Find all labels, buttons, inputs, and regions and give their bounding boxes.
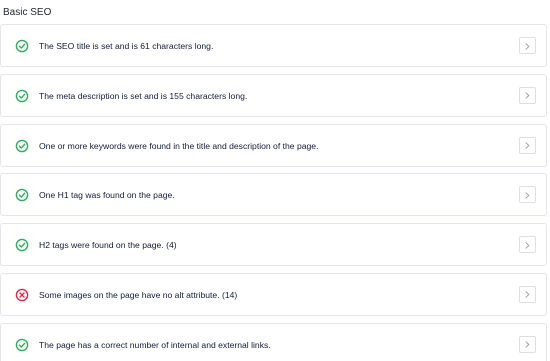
check-message: The SEO title is set and is 61 character… bbox=[39, 41, 214, 51]
check-circle-icon bbox=[15, 238, 29, 252]
expand-button[interactable] bbox=[519, 236, 536, 254]
check-list: The SEO title is set and is 61 character… bbox=[0, 24, 547, 361]
check-circle-icon bbox=[15, 139, 29, 153]
check-circle-icon bbox=[15, 188, 29, 202]
error-circle-icon bbox=[15, 288, 29, 302]
check-item[interactable]: The SEO title is set and is 61 character… bbox=[0, 24, 547, 67]
seo-checks-panel: Basic SEO The SEO title is set and is 61… bbox=[0, 0, 550, 361]
check-item[interactable]: One H1 tag was found on the page. bbox=[0, 173, 547, 217]
check-circle-icon bbox=[15, 338, 29, 352]
check-message: One or more keywords were found in the t… bbox=[39, 140, 319, 151]
check-message: Some images on the page have no alt attr… bbox=[39, 289, 238, 300]
check-message: The page has a correct number of interna… bbox=[39, 339, 271, 350]
check-circle-icon bbox=[15, 39, 29, 53]
check-message: The meta description is set and is 155 c… bbox=[39, 90, 248, 101]
expand-button[interactable] bbox=[519, 285, 536, 303]
check-item[interactable]: The meta description is set and is 155 c… bbox=[0, 73, 547, 117]
section-title: Basic SEO bbox=[3, 7, 52, 18]
check-item[interactable]: The page has a correct number of interna… bbox=[0, 322, 547, 361]
check-item[interactable]: One or more keywords were found in the t… bbox=[0, 123, 547, 167]
check-message: H2 tags were found on the page. (4) bbox=[39, 240, 177, 251]
expand-button[interactable] bbox=[519, 86, 536, 104]
expand-button[interactable] bbox=[519, 37, 536, 54]
check-item[interactable]: H2 tags were found on the page. (4) bbox=[0, 223, 547, 267]
check-item[interactable]: Some images on the page have no alt attr… bbox=[0, 272, 547, 316]
expand-button[interactable] bbox=[519, 186, 536, 204]
expand-button[interactable] bbox=[519, 136, 536, 154]
check-message: One H1 tag was found on the page. bbox=[39, 190, 175, 201]
expand-button[interactable] bbox=[519, 335, 536, 353]
check-circle-icon bbox=[15, 89, 29, 103]
